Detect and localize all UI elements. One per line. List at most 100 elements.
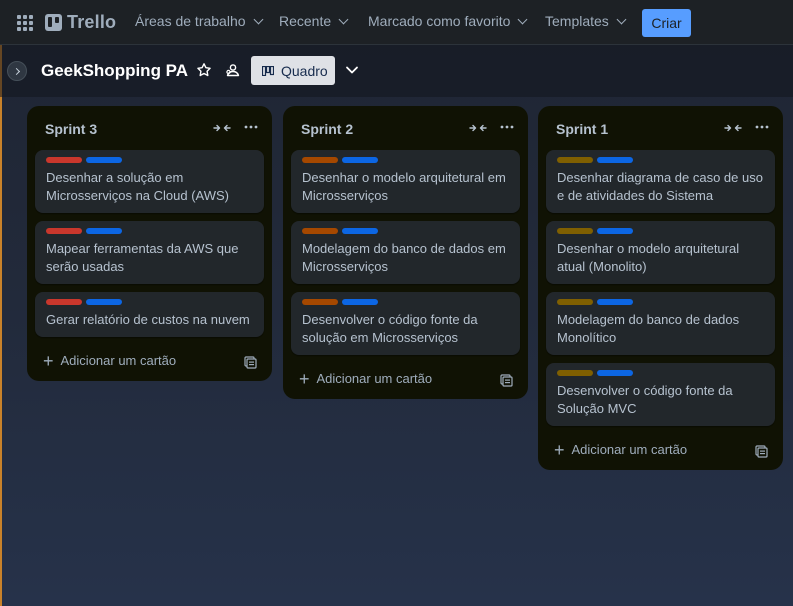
card[interactable]: Gerar relatório de custos na nuvem [35,292,264,337]
card-title: Modelagem do banco de dados Monolítico [557,312,740,345]
list-header: Sprint 1 [538,106,783,150]
chevron-right-icon [12,67,20,75]
top-navbar: Trello Áreas de trabalho Recente Marcado… [0,0,793,45]
create-from-template-icon[interactable] [500,374,513,387]
card-label-blue[interactable] [342,299,378,305]
card-label-blue[interactable] [597,370,633,376]
card-title: Desenvolver o código fonte da solução em… [302,312,478,345]
card-labels [557,299,764,305]
workspace-visibility-icon[interactable] [225,62,241,78]
add-card-button[interactable]: + Adicionar um cartão [43,350,177,371]
list-header: Sprint 2 [283,106,528,150]
card[interactable]: Desenhar o modelo arquitetural atual (Mo… [546,221,775,284]
nav-templates-label: Templates [545,13,609,29]
card-labels [557,370,764,376]
card-label-red[interactable] [46,299,82,305]
card[interactable]: Desenhar o modelo arquitetural em Micros… [291,150,520,213]
collapse-list-icon[interactable] [724,122,742,134]
card-title: Mapear ferramentas da AWS que serão usad… [46,241,239,274]
card[interactable]: Modelagem do banco de dados em Microsser… [291,221,520,284]
card[interactable]: Desenhar diagrama de caso de uso e de at… [546,150,775,213]
plus-icon: + [299,368,310,389]
plus-icon: + [554,439,565,460]
board-view-button[interactable]: Quadro [251,56,335,85]
card[interactable]: Desenhar a solução em Microsserviços na … [35,150,264,213]
plus-icon: + [43,350,54,371]
card-title: Desenvolver o código fonte da Solução MV… [557,383,733,416]
create-button[interactable]: Criar [642,9,691,37]
chevron-down-icon [253,14,263,24]
create-from-template-icon[interactable] [244,356,257,369]
card-title: Desenhar a solução em Microsserviços na … [46,170,230,203]
card-label-yellow[interactable] [557,370,593,376]
card-label-orange[interactable] [302,157,338,163]
nav-workspaces[interactable]: Áreas de trabalho [135,13,263,29]
card-label-yellow[interactable] [557,228,593,234]
star-icon[interactable] [196,62,212,78]
add-card-button[interactable]: + Adicionar um cartão [299,368,433,389]
create-from-template-icon[interactable] [755,445,768,458]
board-view-icon [262,65,274,76]
card-label-orange[interactable] [302,228,338,234]
card[interactable]: Desenvolver o código fonte da solução em… [291,292,520,355]
card-label-blue[interactable] [597,157,633,163]
list-sprint-2: Sprint 2 Desenhar o modelo arquitetural … [283,106,528,399]
card-label-yellow[interactable] [557,157,593,163]
card-label-red[interactable] [46,157,82,163]
card-labels [557,157,764,163]
nav-recent[interactable]: Recente [279,13,349,29]
nav-recent-label: Recente [279,13,332,29]
nav-starred[interactable]: Marcado como favorito [368,13,528,29]
card-title: Modelagem do banco de dados em Microsser… [302,241,506,274]
card-label-blue[interactable] [597,299,633,305]
more-options-icon[interactable] [499,121,515,133]
card-label-blue[interactable] [342,157,378,163]
add-card-button[interactable]: + Adicionar um cartão [554,439,688,460]
card-labels [557,228,764,234]
card-label-blue[interactable] [597,228,633,234]
card-label-red[interactable] [46,228,82,234]
board-view-label: Quadro [281,62,328,79]
card[interactable]: Mapear ferramentas da AWS que serão usad… [35,221,264,284]
nav-templates[interactable]: Templates [545,13,627,29]
board-title[interactable]: GeekShopping PA [41,61,188,81]
trello-logo[interactable]: Trello [45,12,116,33]
add-card-label: Adicionar um cartão [316,371,433,386]
card-labels [46,299,253,305]
card-label-orange[interactable] [302,299,338,305]
card-label-blue[interactable] [86,157,122,163]
list-header: Sprint 3 [27,106,272,150]
card-labels [46,157,253,163]
card[interactable]: Modelagem do banco de dados Monolítico [546,292,775,355]
chevron-down-icon [616,14,627,24]
add-card-label: Adicionar um cartão [60,353,177,368]
collapse-list-icon[interactable] [469,122,487,134]
chevron-down-icon [338,14,349,24]
chevron-down-icon[interactable] [345,63,359,77]
more-options-icon[interactable] [754,121,770,133]
card-label-blue[interactable] [86,228,122,234]
add-card-label: Adicionar um cartão [571,442,688,457]
card-labels [46,228,253,234]
collapse-list-icon[interactable] [213,122,231,134]
card-label-blue[interactable] [86,299,122,305]
card-labels [302,157,509,163]
list-title[interactable]: Sprint 2 [301,121,353,137]
card-title: Desenhar o modelo arquitetural em Micros… [302,170,506,203]
card[interactable]: Desenvolver o código fonte da Solução MV… [546,363,775,426]
card-title: Desenhar o modelo arquitetural atual (Mo… [557,241,740,274]
card-title: Gerar relatório de custos na nuvem [46,312,250,327]
card-labels [302,299,509,305]
card-labels [302,228,509,234]
more-options-icon[interactable] [243,121,259,133]
list-sprint-1: Sprint 1 Desenhar diagrama de caso de us… [538,106,783,470]
list-sprint-3: Sprint 3 Desenhar a solução em Microsser… [27,106,272,381]
app-switcher-icon[interactable] [17,15,33,31]
board-header: GeekShopping PA Quadro [0,45,793,97]
card-label-blue[interactable] [342,228,378,234]
list-title[interactable]: Sprint 1 [556,121,608,137]
card-label-yellow[interactable] [557,299,593,305]
list-title[interactable]: Sprint 3 [45,121,97,137]
nav-starred-label: Marcado como favorito [368,13,511,29]
expand-sidebar-button[interactable] [7,61,27,81]
